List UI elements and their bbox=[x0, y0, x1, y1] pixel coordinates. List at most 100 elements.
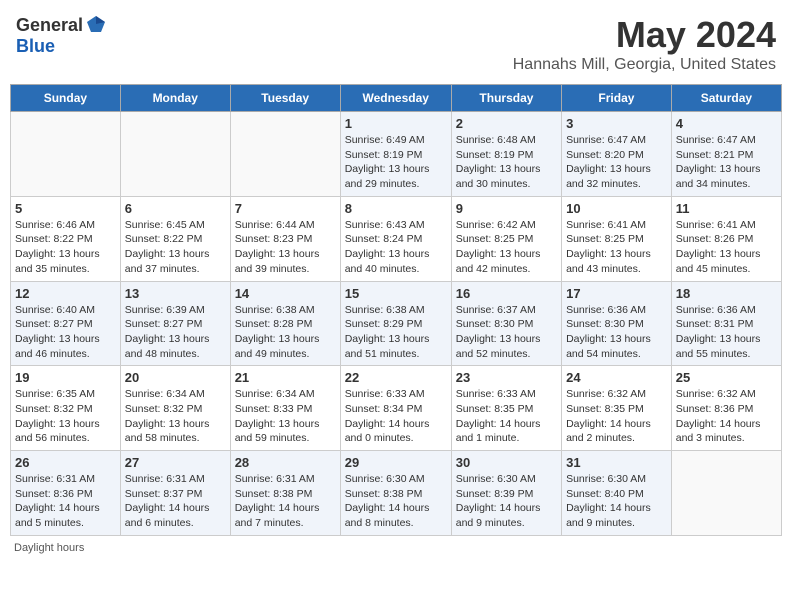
location-title: Hannahs Mill, Georgia, United States bbox=[513, 56, 776, 74]
calendar-cell: 23 Sunrise: 6:33 AM Sunset: 8:35 PM Dayli… bbox=[451, 366, 561, 451]
cell-content: Sunrise: 6:47 AM Sunset: 8:21 PM Dayligh… bbox=[676, 133, 777, 192]
cell-content: Sunrise: 6:40 AM Sunset: 8:27 PM Dayligh… bbox=[15, 303, 116, 362]
day-number: 28 bbox=[235, 455, 336, 470]
calendar-body: 1Sunrise: 6:49 AM Sunset: 8:19 PM Daylig… bbox=[11, 112, 782, 536]
cell-content: Sunrise: 6:36 AM Sunset: 8:31 PM Dayligh… bbox=[676, 303, 777, 362]
calendar-header: SundayMondayTuesdayWednesdayThursdayFrid… bbox=[11, 85, 782, 112]
footer-note: Daylight hours bbox=[10, 542, 782, 554]
cell-content: Sunrise: 6:45 AM Sunset: 8:22 PM Dayligh… bbox=[125, 218, 226, 277]
day-number: 5 bbox=[15, 201, 116, 216]
day-number: 23 bbox=[456, 370, 557, 385]
calendar-cell: 14Sunrise: 6:38 AM Sunset: 8:28 PM Dayli… bbox=[230, 281, 340, 366]
cell-content: Sunrise: 6:48 AM Sunset: 8:19 PM Dayligh… bbox=[456, 133, 557, 192]
calendar-cell: 25Sunrise: 6:32 AM Sunset: 8:36 PM Dayli… bbox=[671, 366, 781, 451]
title-area: May 2024 Hannahs Mill, Georgia, United S… bbox=[513, 14, 776, 74]
day-number: 26 bbox=[15, 455, 116, 470]
day-number: 19 bbox=[15, 370, 116, 385]
calendar-cell: 24 Sunrise: 6:32 AM Sunset: 8:35 PM Dayli… bbox=[562, 366, 672, 451]
calendar-cell: 21 Sunrise: 6:34 AM Sunset: 8:33 PM Dayli… bbox=[230, 366, 340, 451]
day-header-thursday: Thursday bbox=[451, 85, 561, 112]
calendar-cell: 18 Sunrise: 6:36 AM Sunset: 8:31 PM Dayli… bbox=[671, 281, 781, 366]
calendar-cell: 22 Sunrise: 6:33 AM Sunset: 8:34 PM Dayli… bbox=[340, 366, 451, 451]
calendar-cell: 16 Sunrise: 6:37 AM Sunset: 8:30 PM Dayli… bbox=[451, 281, 561, 366]
cell-content: Sunrise: 6:33 AM Sunset: 8:35 PM Dayligh… bbox=[456, 387, 557, 446]
calendar-cell: 5 Sunrise: 6:46 AM Sunset: 8:22 PM Daylig… bbox=[11, 196, 121, 281]
days-of-week-row: SundayMondayTuesdayWednesdayThursdayFrid… bbox=[11, 85, 782, 112]
day-number: 12 bbox=[15, 286, 116, 301]
month-title: May 2024 bbox=[513, 14, 776, 56]
cell-content: Sunrise: 6:33 AM Sunset: 8:34 PM Dayligh… bbox=[345, 387, 447, 446]
cell-content: Sunrise: 6:31 AM Sunset: 8:36 PM Dayligh… bbox=[15, 472, 116, 531]
day-number: 31 bbox=[566, 455, 667, 470]
day-number: 1 bbox=[345, 116, 447, 131]
day-number: 7 bbox=[235, 201, 336, 216]
logo-blue-text: Blue bbox=[16, 36, 55, 57]
calendar-week-row: 12 Sunrise: 6:40 AM Sunset: 8:27 PM Dayli… bbox=[11, 281, 782, 366]
calendar-cell: 7Sunrise: 6:44 AM Sunset: 8:23 PM Daylig… bbox=[230, 196, 340, 281]
day-number: 27 bbox=[125, 455, 226, 470]
day-header-friday: Friday bbox=[562, 85, 672, 112]
calendar-cell: 11Sunrise: 6:41 AM Sunset: 8:26 PM Dayli… bbox=[671, 196, 781, 281]
day-number: 13 bbox=[125, 286, 226, 301]
cell-content: Sunrise: 6:38 AM Sunset: 8:29 PM Dayligh… bbox=[345, 303, 447, 362]
cell-content: Sunrise: 6:34 AM Sunset: 8:33 PM Dayligh… bbox=[235, 387, 336, 446]
day-number: 29 bbox=[345, 455, 447, 470]
cell-content: Sunrise: 6:41 AM Sunset: 8:26 PM Dayligh… bbox=[676, 218, 777, 277]
day-number: 20 bbox=[125, 370, 226, 385]
cell-content: Sunrise: 6:32 AM Sunset: 8:36 PM Dayligh… bbox=[676, 387, 777, 446]
calendar-week-row: 5 Sunrise: 6:46 AM Sunset: 8:22 PM Daylig… bbox=[11, 196, 782, 281]
day-number: 15 bbox=[345, 286, 447, 301]
day-number: 10 bbox=[566, 201, 667, 216]
calendar-cell bbox=[671, 451, 781, 536]
calendar-cell: 3Sunrise: 6:47 AM Sunset: 8:20 PM Daylig… bbox=[562, 112, 672, 197]
day-header-saturday: Saturday bbox=[671, 85, 781, 112]
calendar-cell: 1Sunrise: 6:49 AM Sunset: 8:19 PM Daylig… bbox=[340, 112, 451, 197]
cell-content: Sunrise: 6:34 AM Sunset: 8:32 PM Dayligh… bbox=[125, 387, 226, 446]
cell-content: Sunrise: 6:30 AM Sunset: 8:38 PM Dayligh… bbox=[345, 472, 447, 531]
calendar-cell bbox=[11, 112, 121, 197]
cell-content: Sunrise: 6:35 AM Sunset: 8:32 PM Dayligh… bbox=[15, 387, 116, 446]
calendar-cell: 13Sunrise: 6:39 AM Sunset: 8:27 PM Dayli… bbox=[120, 281, 230, 366]
cell-content: Sunrise: 6:32 AM Sunset: 8:35 PM Dayligh… bbox=[566, 387, 667, 446]
calendar-cell: 30Sunrise: 6:30 AM Sunset: 8:39 PM Dayli… bbox=[451, 451, 561, 536]
day-number: 21 bbox=[235, 370, 336, 385]
calendar-cell: 10 Sunrise: 6:41 AM Sunset: 8:25 PM Dayli… bbox=[562, 196, 672, 281]
calendar-cell: 26 Sunrise: 6:31 AM Sunset: 8:36 PM Dayli… bbox=[11, 451, 121, 536]
calendar-cell: 6 Sunrise: 6:45 AM Sunset: 8:22 PM Daylig… bbox=[120, 196, 230, 281]
day-header-sunday: Sunday bbox=[11, 85, 121, 112]
day-number: 18 bbox=[676, 286, 777, 301]
calendar-cell: 29 Sunrise: 6:30 AM Sunset: 8:38 PM Dayli… bbox=[340, 451, 451, 536]
calendar-cell: 28Sunrise: 6:31 AM Sunset: 8:38 PM Dayli… bbox=[230, 451, 340, 536]
cell-content: Sunrise: 6:30 AM Sunset: 8:40 PM Dayligh… bbox=[566, 472, 667, 531]
day-number: 6 bbox=[125, 201, 226, 216]
calendar-cell: 20 Sunrise: 6:34 AM Sunset: 8:32 PM Dayli… bbox=[120, 366, 230, 451]
day-header-wednesday: Wednesday bbox=[340, 85, 451, 112]
cell-content: Sunrise: 6:41 AM Sunset: 8:25 PM Dayligh… bbox=[566, 218, 667, 277]
cell-content: Sunrise: 6:38 AM Sunset: 8:28 PM Dayligh… bbox=[235, 303, 336, 362]
cell-content: Sunrise: 6:36 AM Sunset: 8:30 PM Dayligh… bbox=[566, 303, 667, 362]
cell-content: Sunrise: 6:37 AM Sunset: 8:30 PM Dayligh… bbox=[456, 303, 557, 362]
calendar-cell: 9Sunrise: 6:42 AM Sunset: 8:25 PM Daylig… bbox=[451, 196, 561, 281]
calendar-cell bbox=[120, 112, 230, 197]
cell-content: Sunrise: 6:30 AM Sunset: 8:39 PM Dayligh… bbox=[456, 472, 557, 531]
day-number: 2 bbox=[456, 116, 557, 131]
calendar-cell: 17Sunrise: 6:36 AM Sunset: 8:30 PM Dayli… bbox=[562, 281, 672, 366]
header: General Blue May 2024 Hannahs Mill, Geor… bbox=[10, 10, 782, 78]
day-header-tuesday: Tuesday bbox=[230, 85, 340, 112]
day-number: 24 bbox=[566, 370, 667, 385]
calendar-cell bbox=[230, 112, 340, 197]
calendar-cell: 19 Sunrise: 6:35 AM Sunset: 8:32 PM Dayli… bbox=[11, 366, 121, 451]
logo: General Blue bbox=[16, 14, 107, 57]
logo-flag-icon bbox=[85, 14, 107, 36]
calendar-cell: 15 Sunrise: 6:38 AM Sunset: 8:29 PM Dayli… bbox=[340, 281, 451, 366]
calendar-week-row: 1Sunrise: 6:49 AM Sunset: 8:19 PM Daylig… bbox=[11, 112, 782, 197]
calendar-week-row: 19 Sunrise: 6:35 AM Sunset: 8:32 PM Dayli… bbox=[11, 366, 782, 451]
calendar-cell: 8Sunrise: 6:43 AM Sunset: 8:24 PM Daylig… bbox=[340, 196, 451, 281]
cell-content: Sunrise: 6:47 AM Sunset: 8:20 PM Dayligh… bbox=[566, 133, 667, 192]
cell-content: Sunrise: 6:46 AM Sunset: 8:22 PM Dayligh… bbox=[15, 218, 116, 277]
day-number: 4 bbox=[676, 116, 777, 131]
cell-content: Sunrise: 6:42 AM Sunset: 8:25 PM Dayligh… bbox=[456, 218, 557, 277]
cell-content: Sunrise: 6:31 AM Sunset: 8:37 PM Dayligh… bbox=[125, 472, 226, 531]
day-number: 16 bbox=[456, 286, 557, 301]
day-number: 22 bbox=[345, 370, 447, 385]
